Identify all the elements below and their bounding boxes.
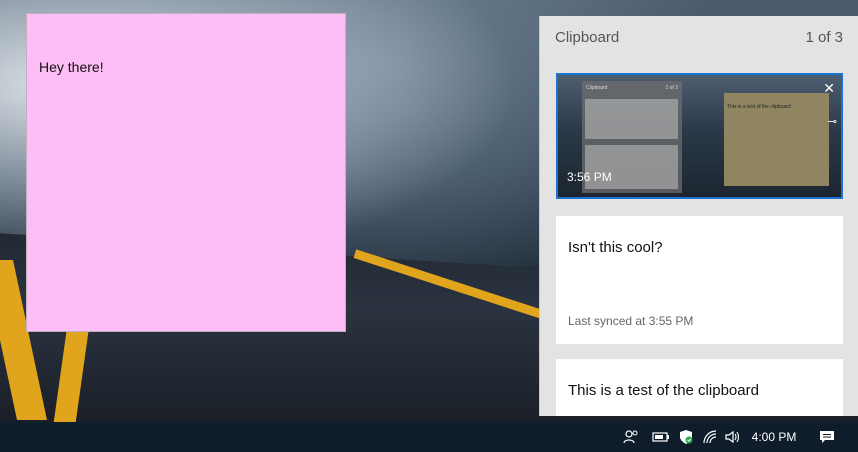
sticky-note-text[interactable]: Hey there! [39, 59, 104, 75]
battery-icon[interactable] [650, 422, 672, 452]
clock[interactable]: 4:00 PM [748, 422, 800, 452]
volume-icon[interactable] [722, 422, 744, 452]
sticky-note[interactable]: Hey there! [26, 13, 346, 332]
clipboard-item-timestamp: 3:56 PM [567, 170, 612, 184]
security-icon[interactable] [675, 422, 697, 452]
clipboard-panel: Clipboard 1 of 3 Clipboard 1 of 2 This i… [539, 16, 858, 416]
thumbnail-panel-title: Clipboard [586, 85, 608, 91]
clipboard-item-count: 1 of 3 [805, 29, 843, 46]
wifi-icon[interactable] [699, 422, 721, 452]
thumbnail-panel-count: 1 of 2 [665, 85, 678, 91]
thumbnail-note-text: This is a test of the clipboard [727, 104, 791, 110]
clipboard-title: Clipboard [555, 29, 620, 46]
clipboard-item-sync-status: Last synced at 3:55 PM [568, 314, 694, 328]
clipboard-item-content: Isn't this cool? [568, 239, 663, 256]
action-center-icon[interactable] [815, 422, 839, 452]
thumbnail-sticky-note: This is a test of the clipboard [724, 93, 829, 186]
people-icon[interactable] [620, 422, 642, 452]
clipboard-item-content: This is a test of the clipboard [568, 382, 759, 399]
thumbnail-card [585, 99, 678, 139]
clipboard-item-text[interactable]: Isn't this cool? Last synced at 3:55 PM [556, 216, 843, 344]
clipboard-item-text[interactable]: This is a test of the clipboard [556, 359, 843, 416]
taskbar: 4:00 PM [0, 422, 858, 452]
clipboard-item-image[interactable]: Clipboard 1 of 2 This is a test of the c… [556, 73, 843, 199]
close-icon[interactable]: ✕ [823, 81, 835, 95]
pin-icon[interactable]: ⊸ [828, 115, 837, 128]
